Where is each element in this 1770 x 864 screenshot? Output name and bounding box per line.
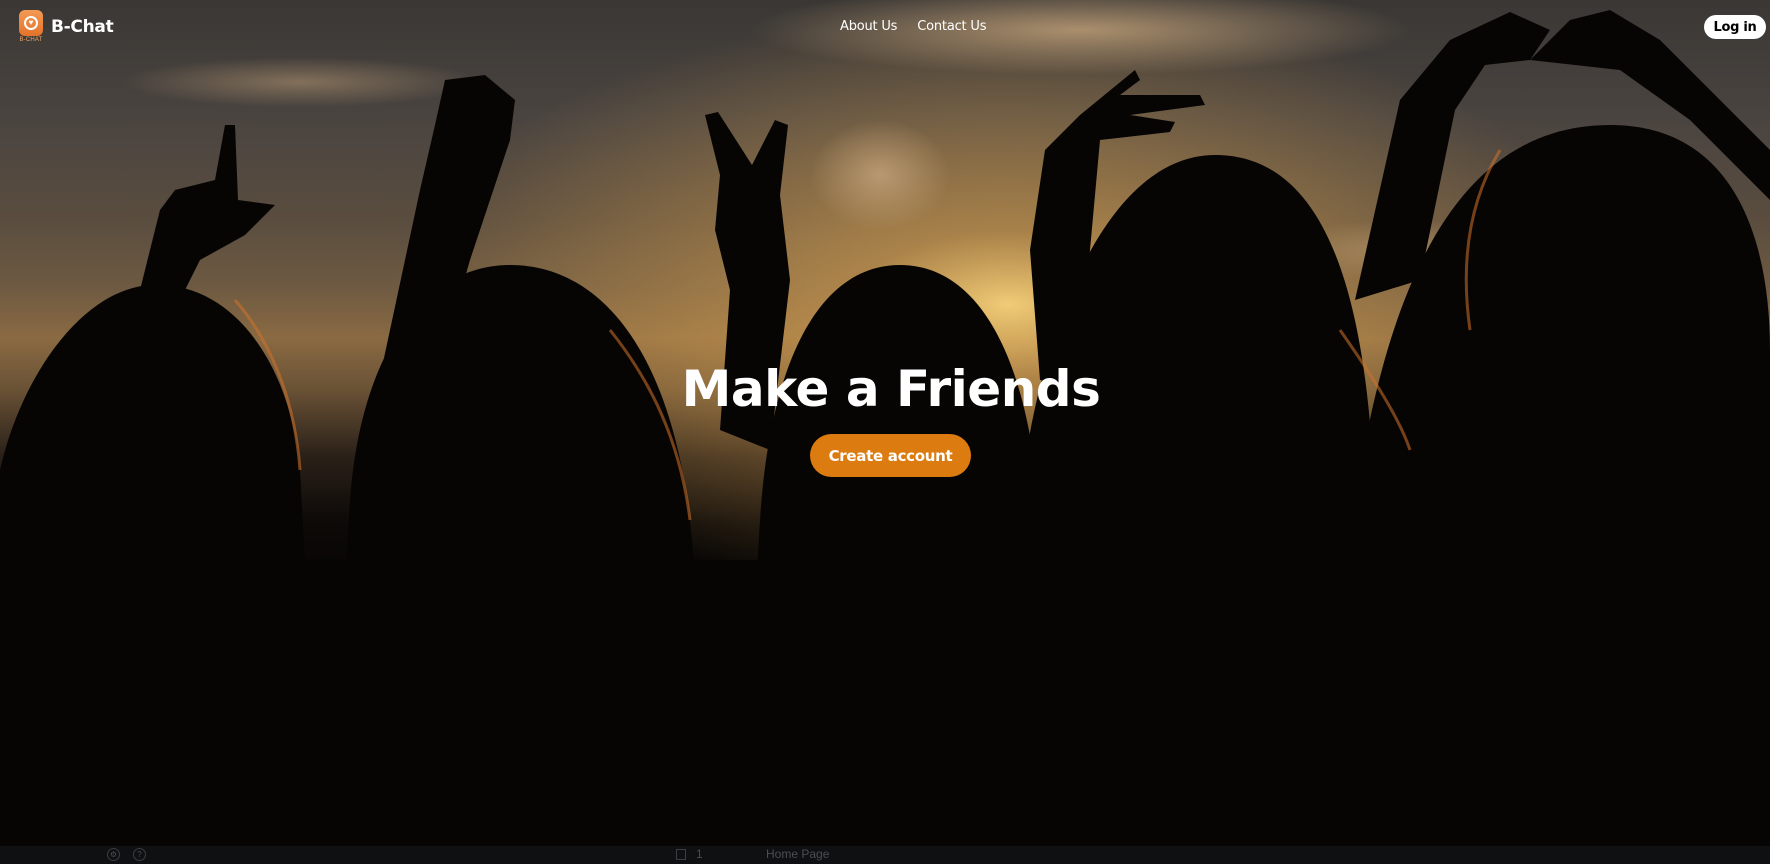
nav-about-us-link[interactable]: About Us [840,19,897,34]
nav-contact-us-link[interactable]: Contact Us [917,19,986,34]
top-nav: About Us Contact Us [840,19,986,34]
crowd-silhouette-image [0,0,1770,846]
create-account-button[interactable]: Create account [810,434,971,477]
settings-icon[interactable]: ⚙ [107,848,120,861]
landing-page: ♥ B-CHAT B-Chat About Us Contact Us Log … [0,0,1770,864]
brand-name: B-Chat [51,17,114,37]
hero-background: ♥ B-CHAT B-Chat About Us Contact Us Log … [0,0,1770,846]
page-number: 1 [696,847,703,861]
chat-heart-icon: ♥ B-CHAT [19,10,43,43]
help-icon[interactable]: ? [133,848,146,861]
login-button[interactable]: Log in [1704,15,1766,39]
logo-caption: B-CHAT [19,37,43,43]
page-icon[interactable] [676,849,686,860]
hero-headline: Make a Friends [681,360,1101,418]
brand-logo[interactable]: ♥ B-CHAT B-Chat [19,10,114,43]
bottom-status-bar: ⚙ ? 1 Home Page [0,846,1770,864]
page-label[interactable]: Home Page [766,847,829,861]
